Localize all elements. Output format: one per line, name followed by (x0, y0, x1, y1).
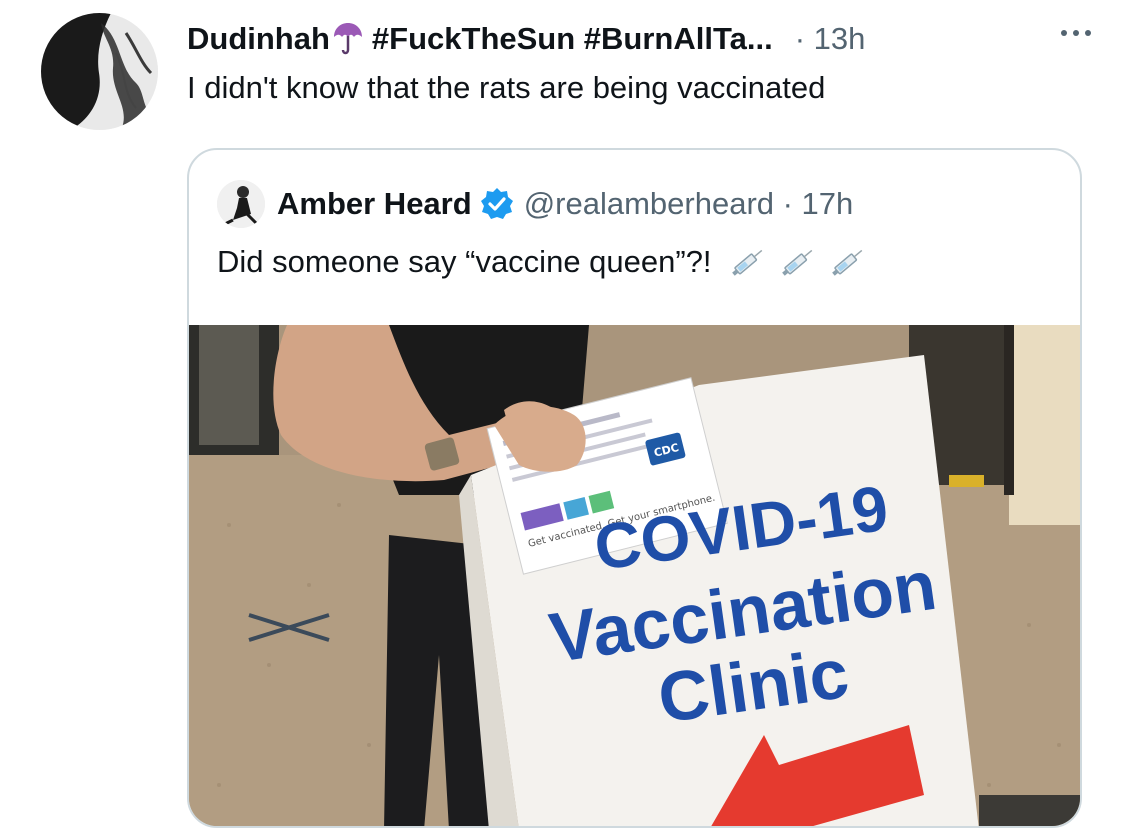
quoted-author-name[interactable]: Amber Heard (277, 186, 472, 222)
syringe-emoji (831, 249, 862, 276)
tweet-header: Dudinhah #FuckTheSun #BurnAllTa... · 13h (187, 14, 1095, 64)
quoted-tweet-text-row: Did someone say “vaccine queen”?! (217, 242, 868, 282)
quoted-tweet-text: Did someone say “vaccine queen”?! (217, 244, 712, 279)
quoted-author-avatar (217, 180, 265, 228)
avatar-image (41, 13, 158, 130)
tweet-time[interactable]: · 13h (795, 21, 866, 57)
tweet-text: I didn't know that the rats are being va… (187, 70, 826, 105)
syringe-emoji (781, 249, 812, 276)
quoted-tweet-photo[interactable]: Get vaccinated. Get your smartphone. CDC… (189, 325, 1080, 826)
verified-badge-icon (480, 187, 514, 221)
quoted-author-handle-time[interactable]: @realamberheard · 17h (524, 186, 854, 222)
author-name[interactable]: Dudinhah (187, 21, 330, 57)
quoted-tweet-header: Amber Heard @realamberheard · 17h (217, 180, 853, 228)
author-avatar[interactable] (41, 13, 158, 130)
more-icon[interactable] (1061, 30, 1091, 36)
photo-scene: Get vaccinated. Get your smartphone. CDC… (189, 325, 1080, 826)
syringe-emoji (731, 249, 762, 276)
author-hashtags[interactable]: #FuckTheSun #BurnAllTa... (372, 21, 773, 57)
umbrella-emoji (332, 22, 364, 56)
syringe-emojis (728, 242, 868, 282)
quoted-tweet[interactable]: Amber Heard @realamberheard · 17h Did so… (187, 148, 1082, 828)
